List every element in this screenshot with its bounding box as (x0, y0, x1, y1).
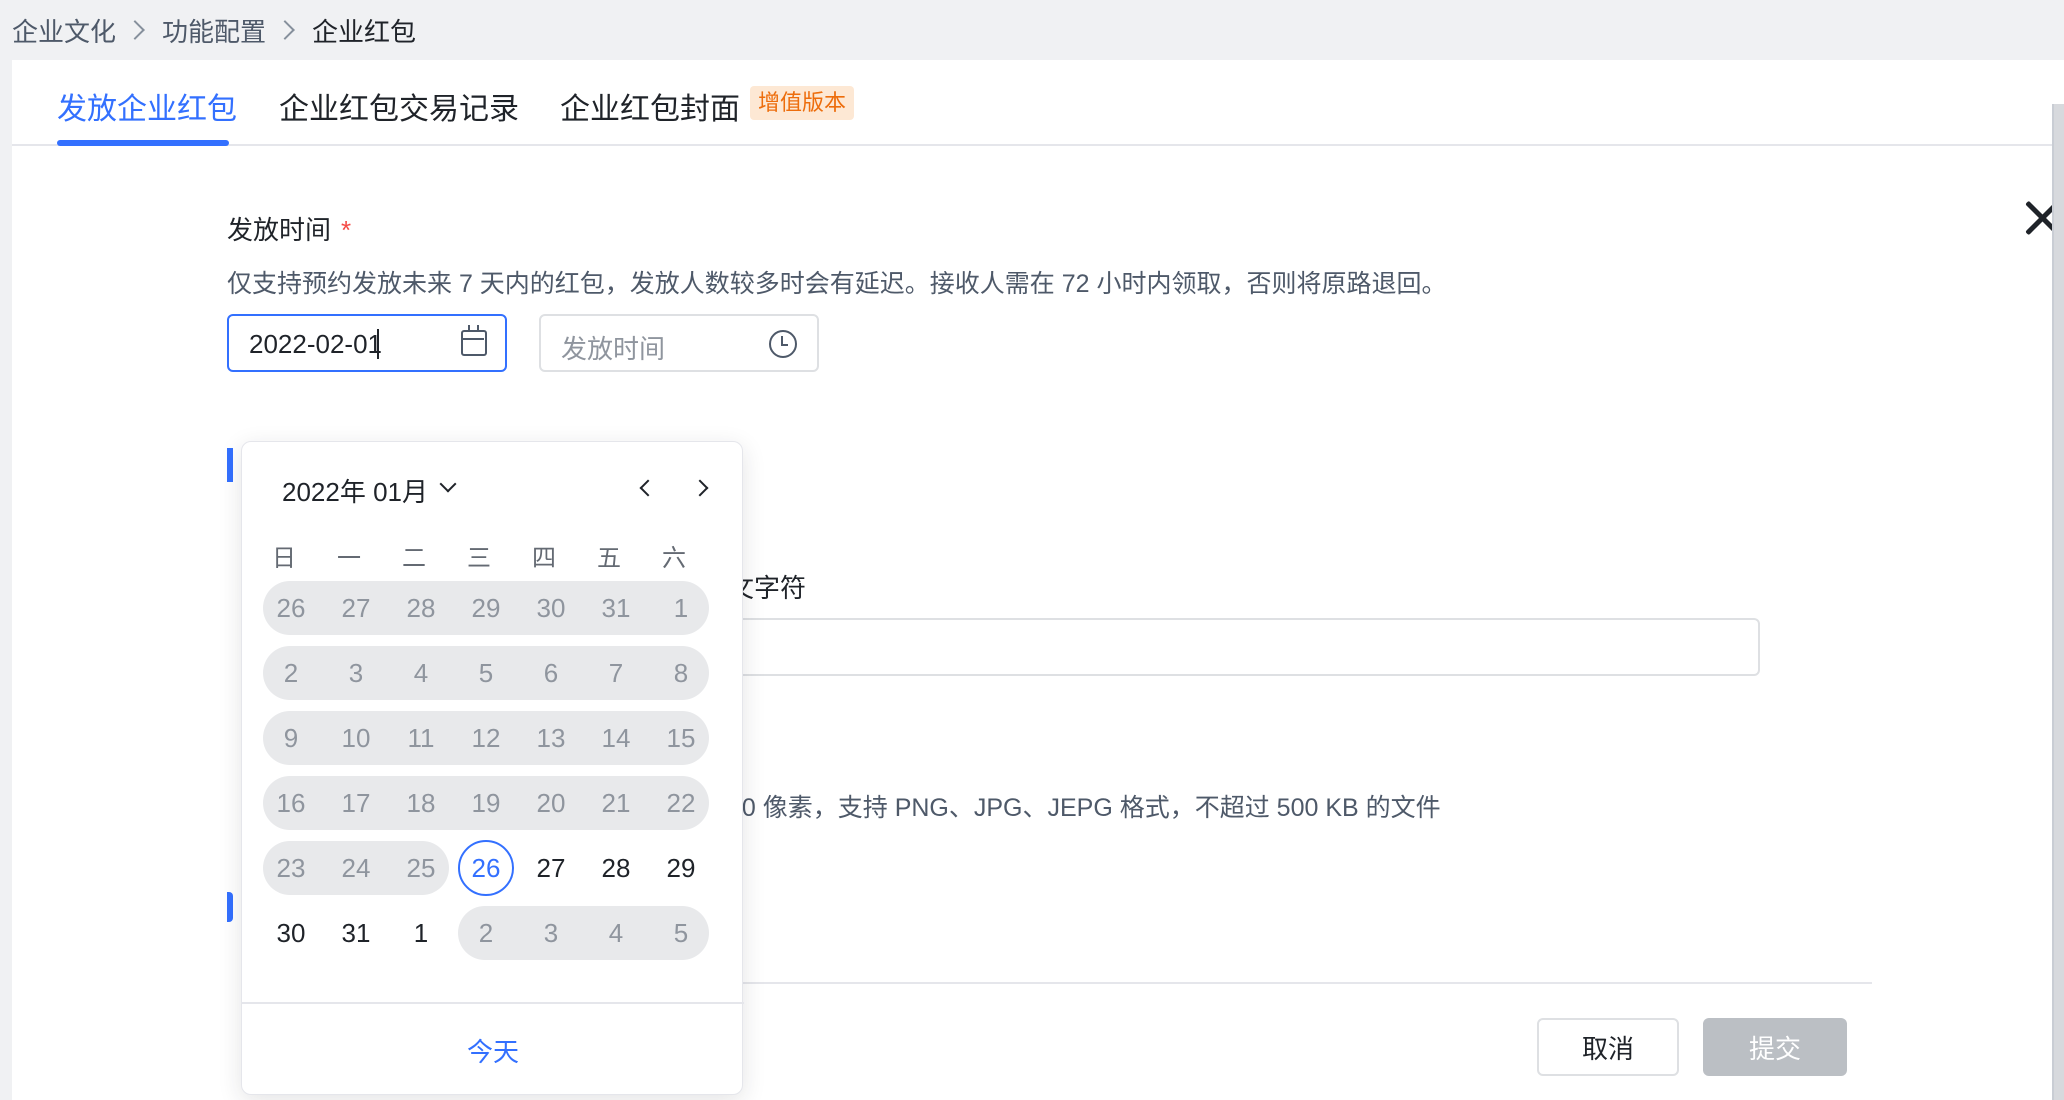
weekday-label: 一 (337, 545, 361, 572)
day-cell: 16 (276, 788, 306, 818)
tab-transaction-records[interactable]: 企业红包交易记录 (279, 84, 519, 128)
tab-red-packet-cover[interactable]: 企业红包封面 (560, 84, 740, 128)
weekday-label: 五 (597, 545, 621, 572)
day-cell[interactable]: 29 (653, 840, 709, 896)
active-tab-indicator (57, 140, 229, 146)
weekday-label: 三 (467, 545, 491, 572)
weekday-label: 六 (662, 545, 686, 572)
date-picker-popup: 2022年 01月 日一二三四五六 今天 26 27 28 29 30 31 1 2 3 4 5 6 7… (241, 441, 744, 1096)
month-selector[interactable]: 2022年 01月 (282, 472, 428, 509)
day-cell: 31 (601, 593, 631, 623)
day-cell: 9 (283, 723, 299, 753)
day-cell: 5 (478, 658, 494, 688)
day-cell: 15 (666, 723, 696, 753)
send-time-label: 发放时间 * (227, 210, 351, 247)
day-cell[interactable]: 31 (328, 905, 384, 961)
day-cell: 2 (283, 658, 299, 688)
submit-button[interactable]: 提交 (1703, 1018, 1847, 1076)
day-cell: 6 (543, 658, 559, 688)
breadcrumb-item-config[interactable]: 功能配置 (162, 12, 266, 49)
calendar-icon[interactable] (461, 325, 487, 356)
next-month-button[interactable] (682, 468, 722, 508)
day-cell: 18 (406, 788, 436, 818)
text-caret (377, 329, 379, 359)
day-cell: 10 (341, 723, 371, 753)
day-cell: 20 (536, 788, 566, 818)
day-cell: 11 (407, 723, 435, 753)
day-cell: 23 (276, 853, 306, 883)
breadcrumb: 企业文化 功能配置 企业红包 (12, 12, 416, 48)
day-cell: 3 (348, 658, 364, 688)
day-cell[interactable]: 27 (523, 840, 579, 896)
day-cell: 13 (536, 723, 566, 753)
chevron-right-icon (691, 479, 709, 497)
text-field[interactable] (728, 618, 1760, 676)
obscured-field-edge (227, 448, 233, 482)
time-input[interactable]: 发放时间 (539, 314, 819, 372)
chevron-left-icon (639, 479, 657, 497)
day-cell: 30 (536, 593, 566, 623)
scrollbar[interactable] (2052, 104, 2064, 1100)
day-cell-today[interactable]: 26 (458, 840, 514, 896)
obscured-toggle-edge (227, 892, 233, 922)
day-cell[interactable]: 30 (263, 905, 319, 961)
day-cell: 27 (341, 593, 371, 623)
day-cell: 7 (608, 658, 624, 688)
day-cell: 4 (608, 918, 624, 948)
day-cell: 21 (601, 788, 631, 818)
send-time-label-text: 发放时间 (227, 215, 332, 245)
day-cell: 24 (341, 853, 371, 883)
weekday-label: 四 (532, 545, 556, 572)
day-cell: 3 (543, 918, 559, 948)
day-cell: 25 (406, 853, 436, 883)
day-cell: 1 (673, 593, 689, 623)
main-panel: 发放企业红包 企业红包交易记录 企业红包封面 增值版本 发放时间 * 仅支持预约发… (12, 60, 2064, 1100)
premium-badge: 增值版本 (750, 86, 855, 120)
required-mark: * (341, 215, 352, 245)
day-cell: 26 (276, 593, 306, 623)
partial-image-hint: 40 像素，支持 PNG、JPG、JEPG 格式，不超过 500 KB 的文件 (728, 794, 1441, 822)
prev-month-button[interactable] (628, 468, 668, 508)
day-cell: 22 (666, 788, 696, 818)
day-cell: 17 (341, 788, 371, 818)
send-time-description: 仅支持预约发放未来 7 天内的红包，发放人数较多时会有延迟。接收人需在 72 小… (227, 270, 1447, 298)
weekday-label: 日 (272, 545, 296, 572)
weekday-label: 二 (402, 545, 426, 572)
today-button[interactable]: 今天 (467, 1032, 519, 1069)
day-cell: 4 (413, 658, 429, 688)
day-cell: 12 (471, 723, 501, 753)
day-cell: 19 (471, 788, 501, 818)
breadcrumb-item-current: 企业红包 (312, 16, 417, 47)
cancel-button[interactable]: 取消 (1537, 1018, 1679, 1076)
day-cell: 29 (471, 593, 501, 623)
chevron-down-icon[interactable] (439, 475, 457, 493)
tab-send-red-packet[interactable]: 发放企业红包 (57, 84, 237, 128)
day-cell: 2 (478, 918, 494, 948)
date-input-value: 2022-02-01 (249, 329, 382, 359)
date-input[interactable]: 2022-02-01 (227, 314, 507, 372)
day-cell: 5 (673, 918, 689, 948)
chevron-right-icon (275, 20, 295, 40)
tab-bar: 发放企业红包 企业红包交易记录 企业红包封面 增值版本 (12, 60, 2064, 146)
day-cell[interactable]: 1 (393, 905, 449, 961)
day-cell: 14 (601, 723, 631, 753)
footer-divider (728, 982, 1872, 984)
day-cell: 8 (673, 658, 689, 688)
day-cell[interactable]: 28 (588, 840, 644, 896)
chevron-right-icon (125, 20, 145, 40)
picker-footer: 今天 (242, 1002, 744, 1096)
day-cell: 28 (406, 593, 436, 623)
time-input-placeholder: 发放时间 (561, 334, 666, 364)
clock-icon[interactable] (769, 330, 797, 358)
breadcrumb-item-culture[interactable]: 企业文化 (12, 12, 116, 49)
